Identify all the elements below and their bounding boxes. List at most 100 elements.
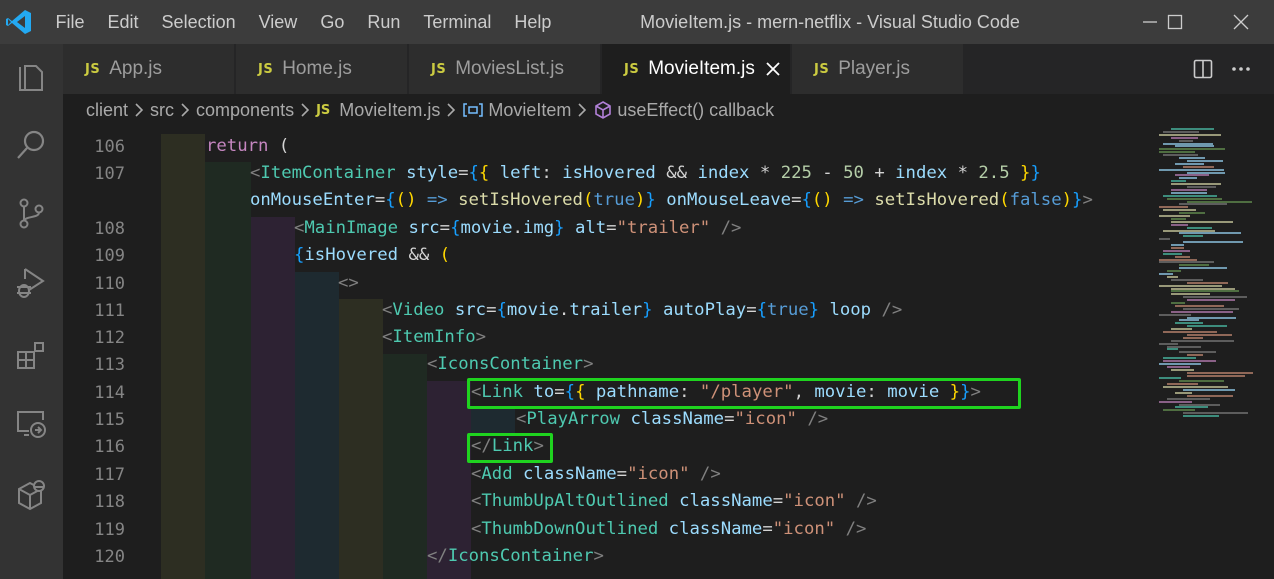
menu-run[interactable]: Run xyxy=(356,0,412,44)
close-icon xyxy=(1233,14,1249,30)
minimap-line xyxy=(1179,232,1241,235)
tab-player-js[interactable]: JS Player.js xyxy=(792,44,964,94)
code-line: <ThumbDownOutlined className="icon" /> xyxy=(471,519,867,539)
line-number: 120 xyxy=(94,547,125,567)
minimap-line xyxy=(1175,322,1203,325)
minimap-line xyxy=(1159,148,1225,151)
minimap-line xyxy=(1171,368,1194,371)
minimap-line xyxy=(1167,397,1210,400)
js-file-icon: JS xyxy=(624,61,640,77)
docker-icon xyxy=(18,480,45,511)
menu-file[interactable]: File xyxy=(44,0,96,44)
breadcrumb-src[interactable]: src xyxy=(150,100,174,121)
remote-explorer-icon xyxy=(17,411,46,438)
minimap-line xyxy=(1187,374,1245,377)
tab-movieitem-js[interactable]: JS MovieItem.js xyxy=(602,44,791,94)
code-line: <Video src={movie.trailer} autoPlay={tru… xyxy=(382,300,903,320)
line-number: 111 xyxy=(94,301,125,321)
minimap-line xyxy=(1171,217,1186,220)
breadcrumb-components[interactable]: components xyxy=(196,100,294,121)
chevron-right-icon xyxy=(446,103,456,117)
indent-guide xyxy=(205,162,251,579)
minimap-line xyxy=(1171,339,1234,342)
line-number: 115 xyxy=(94,410,125,430)
line-number: 108 xyxy=(94,219,125,239)
extensions-icon xyxy=(17,342,44,369)
minimap-line xyxy=(1167,348,1178,351)
minimap-line xyxy=(1183,307,1239,310)
minimap-line xyxy=(1163,357,1196,360)
minimap-line xyxy=(1163,154,1198,157)
line-number: 114 xyxy=(94,383,125,403)
tab-label: Player.js xyxy=(838,58,911,79)
run-debug-button[interactable] xyxy=(10,262,52,304)
minimap-line xyxy=(1159,273,1173,275)
minimap-line xyxy=(1163,409,1195,412)
minimap-line xyxy=(1175,255,1190,258)
menu-edit[interactable]: Edit xyxy=(96,0,150,44)
breadcrumb-client[interactable]: client xyxy=(86,100,128,121)
remote-explorer-button[interactable] xyxy=(10,402,52,444)
code-line: </IconsContainer> xyxy=(427,546,604,566)
close-window-button[interactable] xyxy=(1216,0,1266,44)
docker-button[interactable] xyxy=(10,474,52,516)
line-number: 112 xyxy=(94,328,125,348)
minimap-line xyxy=(1159,215,1190,217)
minimap-line xyxy=(1187,200,1252,203)
breadcrumb-callback[interactable]: useEffect() callback xyxy=(617,100,774,121)
source-control-icon xyxy=(19,198,44,229)
line-number: 117 xyxy=(94,465,125,485)
breadcrumb-symbol[interactable]: MovieItem xyxy=(488,100,571,121)
code-line: <ItemContainer style={{ left: isHovered … xyxy=(250,163,1041,183)
tab-home-js[interactable]: JS Home.js xyxy=(236,44,408,94)
minimap-line xyxy=(1159,151,1195,154)
minimap-line xyxy=(1171,310,1233,313)
minimap-line xyxy=(1171,188,1207,191)
minimap-line xyxy=(1171,183,1221,186)
minimap-line xyxy=(1159,238,1170,241)
more-icon xyxy=(1232,67,1250,71)
menu-selection[interactable]: Selection xyxy=(150,0,247,44)
minimap-line xyxy=(1163,209,1196,212)
menu-view[interactable]: View xyxy=(247,0,309,44)
minimap-line xyxy=(1159,377,1181,380)
minimap-line xyxy=(1159,342,1178,345)
menu-terminal[interactable]: Terminal xyxy=(412,0,503,44)
source-control-button[interactable] xyxy=(10,192,52,234)
tab-movieslist-js[interactable]: JS MoviesList.js xyxy=(409,44,601,94)
code-editor[interactable]: 106 107 108 109 110 111 112 113 114 115 … xyxy=(63,126,1157,579)
activity-bar xyxy=(0,44,63,579)
line-number: 109 xyxy=(94,246,125,266)
tab-app-js[interactable]: JS App.js xyxy=(63,44,235,94)
extensions-button[interactable] xyxy=(10,334,52,376)
code-line: <Add className="icon" /> xyxy=(471,464,721,484)
menu-go[interactable]: Go xyxy=(309,0,356,44)
minimap-line xyxy=(1179,139,1193,142)
tab-label: Home.js xyxy=(282,58,352,79)
more-actions-button[interactable] xyxy=(1231,44,1251,94)
maximize-button[interactable] xyxy=(1150,0,1200,44)
js-file-icon: JS xyxy=(85,61,101,77)
tab-close-button[interactable] xyxy=(766,62,780,76)
minimap-line xyxy=(1187,159,1223,162)
minimap[interactable] xyxy=(1157,126,1274,579)
search-button[interactable] xyxy=(10,124,52,166)
split-editor-button[interactable] xyxy=(1193,44,1213,94)
code-line: <MainImage src={movie.img} alt="trailer"… xyxy=(294,218,742,238)
minimap-line xyxy=(1171,180,1186,183)
minimap-line xyxy=(1179,157,1205,159)
minimap-line xyxy=(1179,203,1227,206)
code-line: <ItemInfo> xyxy=(382,327,487,347)
minimap-line xyxy=(1183,235,1203,238)
explorer-button[interactable] xyxy=(10,56,52,98)
minimap-line xyxy=(1171,302,1185,304)
js-file-icon: JS xyxy=(814,61,830,77)
minimap-line xyxy=(1167,345,1201,348)
minimap-line xyxy=(1179,319,1199,322)
chevron-right-icon xyxy=(300,103,310,117)
breadcrumb-file[interactable]: MovieItem.js xyxy=(339,100,440,121)
menu-help[interactable]: Help xyxy=(503,0,563,44)
minimap-line xyxy=(1167,197,1222,200)
code-line: return ( xyxy=(206,136,290,156)
code-line: <ThumbUpAltOutlined className="icon" /> xyxy=(471,491,877,511)
